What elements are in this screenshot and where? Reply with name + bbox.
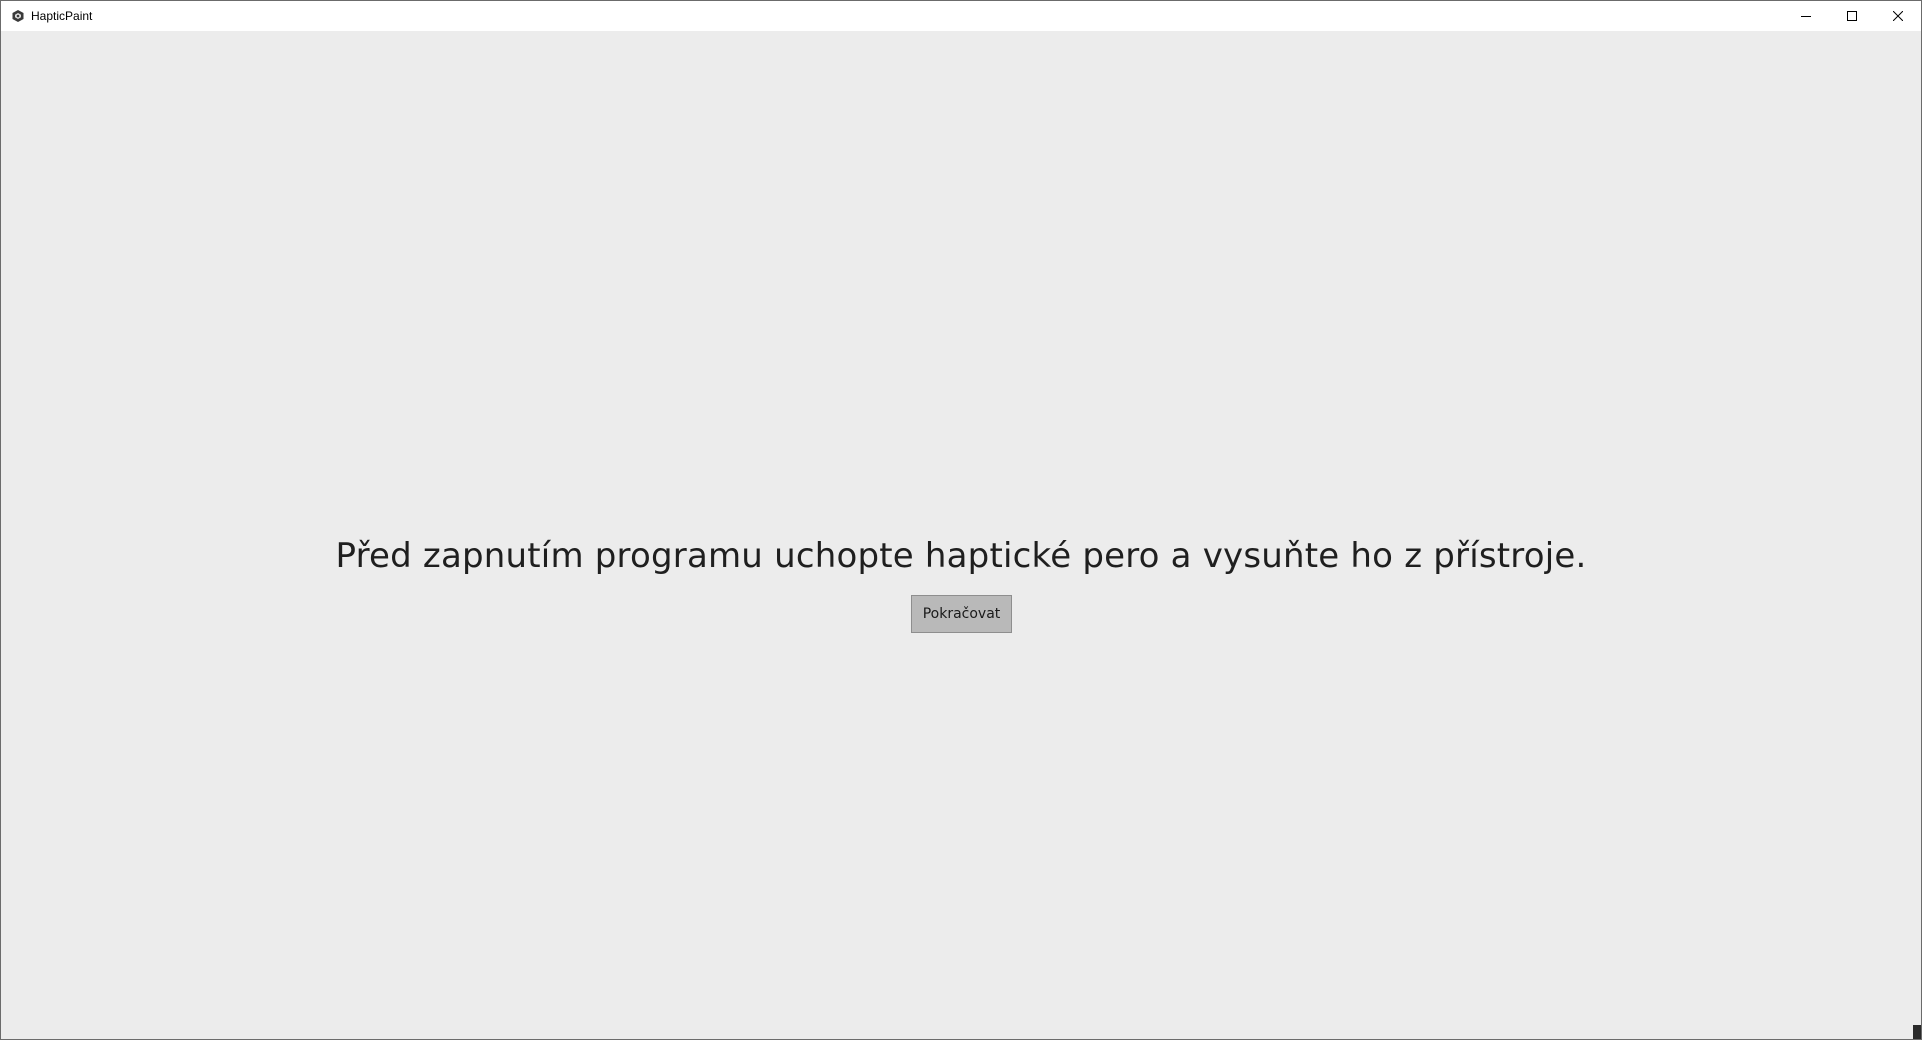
maximize-button[interactable] [1829, 1, 1875, 31]
continue-button[interactable]: Pokračovat [911, 595, 1012, 633]
window-controls [1783, 1, 1921, 31]
instruction-message: Před zapnutím programu uchopte haptické … [335, 536, 1587, 576]
app-icon [10, 8, 26, 24]
minimize-icon [1801, 16, 1811, 17]
main-content: Před zapnutím programu uchopte haptické … [1, 31, 1921, 1039]
maximize-icon [1847, 11, 1857, 21]
close-button[interactable] [1875, 1, 1921, 31]
title-bar[interactable]: HapticPaint [1, 1, 1921, 31]
window-title: HapticPaint [31, 9, 93, 23]
close-icon [1893, 11, 1903, 21]
app-window: HapticPaint Před zapnutím programu uchop… [0, 0, 1922, 1040]
resize-grip[interactable] [1913, 1025, 1921, 1039]
minimize-button[interactable] [1783, 1, 1829, 31]
